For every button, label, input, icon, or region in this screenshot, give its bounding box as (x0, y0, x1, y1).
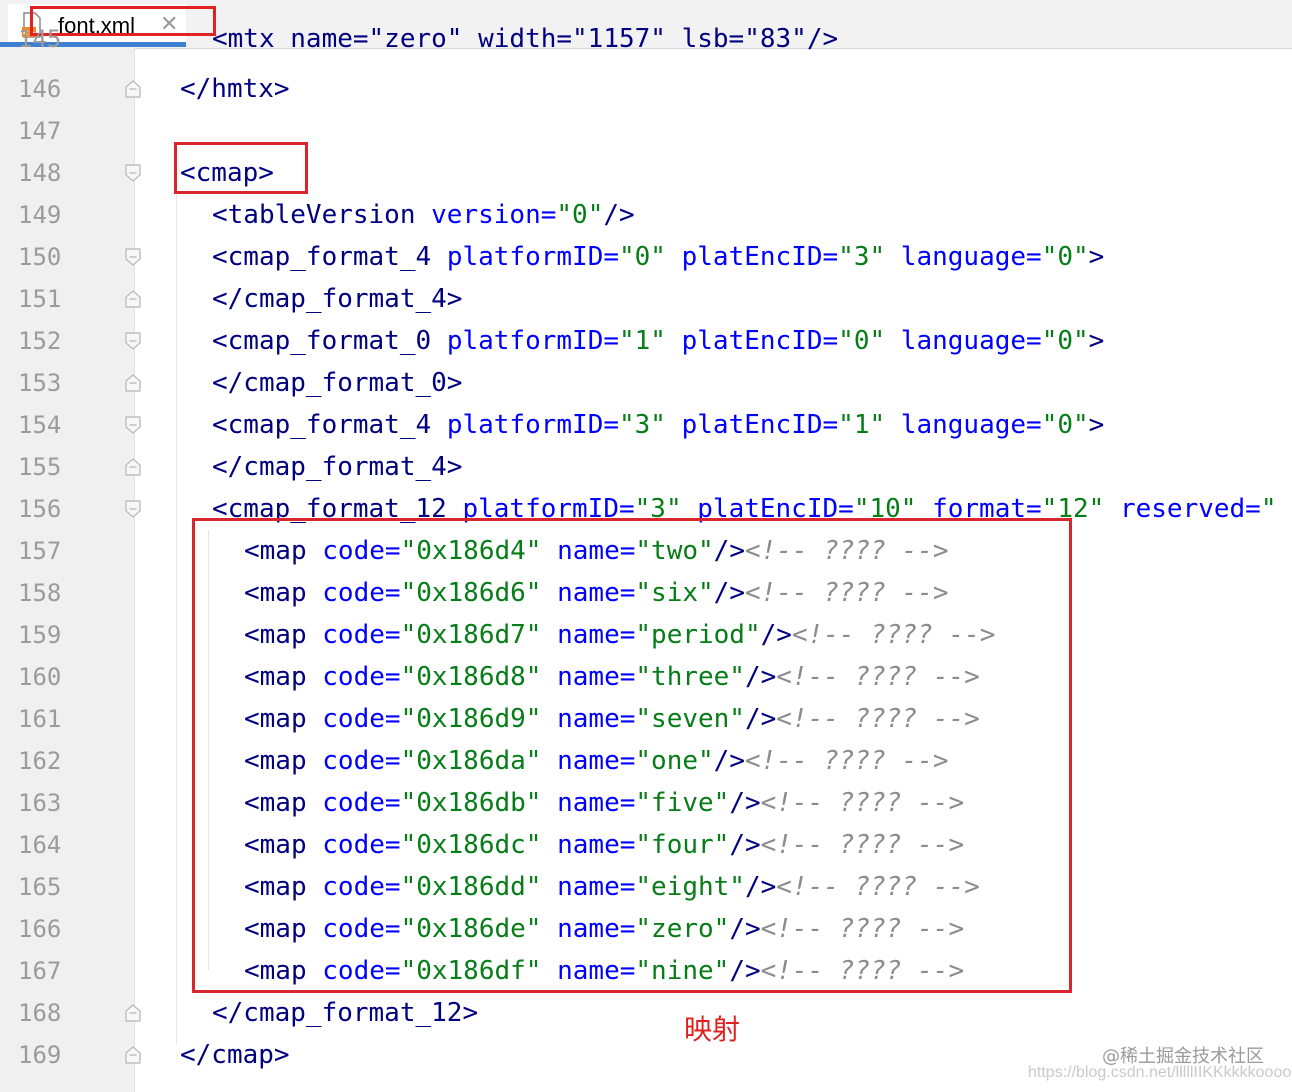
line-number[interactable]: 160 (18, 663, 61, 691)
code-text: </cmap_format_4> (212, 284, 462, 314)
code-text: </cmap_format_0> (212, 368, 462, 398)
token-tag: > (1088, 326, 1105, 356)
code-text: </cmap_format_12> (212, 998, 478, 1028)
fold-end-icon[interactable] (125, 1004, 141, 1022)
code-text: </cmap> (180, 1040, 290, 1070)
token-tag: > (1088, 410, 1105, 440)
token-tag: </cmap> (180, 1040, 290, 1070)
code-text: <cmap_format_0 platformID="1" platEncID=… (212, 326, 1104, 356)
line-number[interactable]: 152 (18, 327, 61, 355)
fold-start-icon[interactable] (125, 500, 141, 518)
fold-start-icon[interactable] (125, 416, 141, 434)
fold-end-icon[interactable] (125, 290, 141, 308)
token-tag: > (1088, 242, 1105, 272)
code-text: <mtx name="zero" width="1157" lsb="83"/> (212, 24, 839, 54)
token-val: "1" (838, 410, 901, 440)
token-tag: <cmap_format_4 (212, 242, 447, 272)
fold-start-icon[interactable] (125, 248, 141, 266)
line-number: 145 (18, 25, 62, 53)
token-attr: version= (431, 200, 557, 230)
token-attr: platformID= (446, 410, 619, 440)
line-number[interactable]: 162 (18, 747, 61, 775)
code-text: <cmap_format_4 platformID="0" platEncID=… (212, 242, 1104, 272)
token-attr: language= (900, 242, 1042, 272)
fold-start-icon[interactable] (125, 332, 141, 350)
token-tag: <tableVersion (212, 200, 432, 230)
partial-code-line: 145 <mtx name="zero" width="1157" lsb="8… (0, 18, 1292, 60)
code-text: </hmtx> (180, 74, 290, 104)
line-number[interactable]: 169 (18, 1041, 61, 1069)
fold-end-icon[interactable] (125, 80, 141, 98)
token-tag: <cmap_format_4 (212, 410, 447, 440)
token-val: "0" (1041, 326, 1089, 356)
token-val: "0" (838, 326, 901, 356)
token-tag: </cmap_format_12> (212, 998, 479, 1028)
token-attr: platEncID= (681, 410, 839, 440)
token-val: " (1260, 494, 1277, 524)
token-val: "0" (1041, 410, 1089, 440)
watermark-url: https://blog.csdn.net/lllllIIKKkkkkooooo (1028, 1064, 1292, 1081)
token-val: "1" (619, 326, 682, 356)
code-line[interactable]: 151 </cmap_format_4> (0, 278, 1292, 320)
token-attr: language= (900, 410, 1042, 440)
code-line[interactable]: 150 <cmap_format_4 platformID="0" platEnc… (0, 236, 1292, 278)
token-attr: reserved= (1119, 494, 1261, 524)
code-line[interactable]: 149 <tableVersion version="0"/> (0, 194, 1292, 236)
code-line[interactable]: 168 </cmap_format_12> (0, 992, 1292, 1034)
token-val: "0" (1041, 242, 1089, 272)
line-number[interactable]: 161 (18, 705, 61, 733)
token-tag: </cmap_format_4> (212, 452, 463, 482)
line-number[interactable]: 149 (18, 201, 61, 229)
indent-guide (176, 194, 177, 1044)
line-number[interactable]: 146 (18, 75, 61, 103)
line-number[interactable]: 164 (18, 831, 61, 859)
token-tag: </cmap_format_0> (212, 368, 463, 398)
code-line[interactable]: 154 <cmap_format_4 platformID="3" platEnc… (0, 404, 1292, 446)
token-tag: /> (603, 200, 635, 230)
token-tag: </cmap_format_4> (212, 284, 463, 314)
fold-end-icon[interactable] (125, 458, 141, 476)
code-text: </cmap_format_4> (212, 452, 462, 482)
line-number[interactable]: 157 (18, 537, 61, 565)
token-attr: platformID= (446, 326, 619, 356)
code-text: <cmap_format_4 platformID="3" platEncID=… (212, 410, 1104, 440)
line-number[interactable]: 168 (18, 999, 61, 1027)
code-line[interactable]: 153 </cmap_format_0> (0, 362, 1292, 404)
line-number[interactable]: 165 (18, 873, 61, 901)
token-val: "0" (619, 242, 682, 272)
token-tag: <cmap_format_0 (212, 326, 447, 356)
line-number[interactable]: 154 (18, 411, 61, 439)
token-attr: platEncID= (681, 326, 839, 356)
line-number[interactable]: 158 (18, 579, 61, 607)
line-number[interactable]: 166 (18, 915, 61, 943)
code-line[interactable]: 152 <cmap_format_0 platformID="1" platEnc… (0, 320, 1292, 362)
fold-end-icon[interactable] (125, 374, 141, 392)
token-attr: language= (900, 326, 1042, 356)
mapping-annotation: 映射 (684, 1013, 741, 1046)
line-number[interactable]: 156 (18, 495, 61, 523)
line-number[interactable]: 153 (18, 369, 61, 397)
token-val: "0" (556, 200, 604, 230)
line-number[interactable]: 151 (18, 285, 61, 313)
code-text: <tableVersion version="0"/> (212, 200, 635, 230)
line-number[interactable]: 155 (18, 453, 61, 481)
line-number[interactable]: 163 (18, 789, 61, 817)
fold-start-icon[interactable] (125, 164, 141, 182)
code-line[interactable]: 146 </hmtx> (0, 68, 1292, 110)
token-attr: platEncID= (681, 242, 839, 272)
token-attr: platformID= (446, 242, 619, 272)
token-val: "3" (619, 410, 682, 440)
token-val: "3" (838, 242, 901, 272)
code-line[interactable]: 155 </cmap_format_4> (0, 446, 1292, 488)
fold-end-icon[interactable] (125, 1046, 141, 1064)
line-number[interactable]: 167 (18, 957, 61, 985)
line-number[interactable]: 148 (18, 159, 61, 187)
line-number[interactable]: 150 (18, 243, 61, 271)
token-tag: </hmtx> (180, 74, 290, 104)
cmap-highlight-box (174, 142, 308, 194)
line-number[interactable]: 159 (18, 621, 61, 649)
mapping-highlight-box (192, 518, 1072, 993)
line-number[interactable]: 147 (18, 117, 61, 145)
